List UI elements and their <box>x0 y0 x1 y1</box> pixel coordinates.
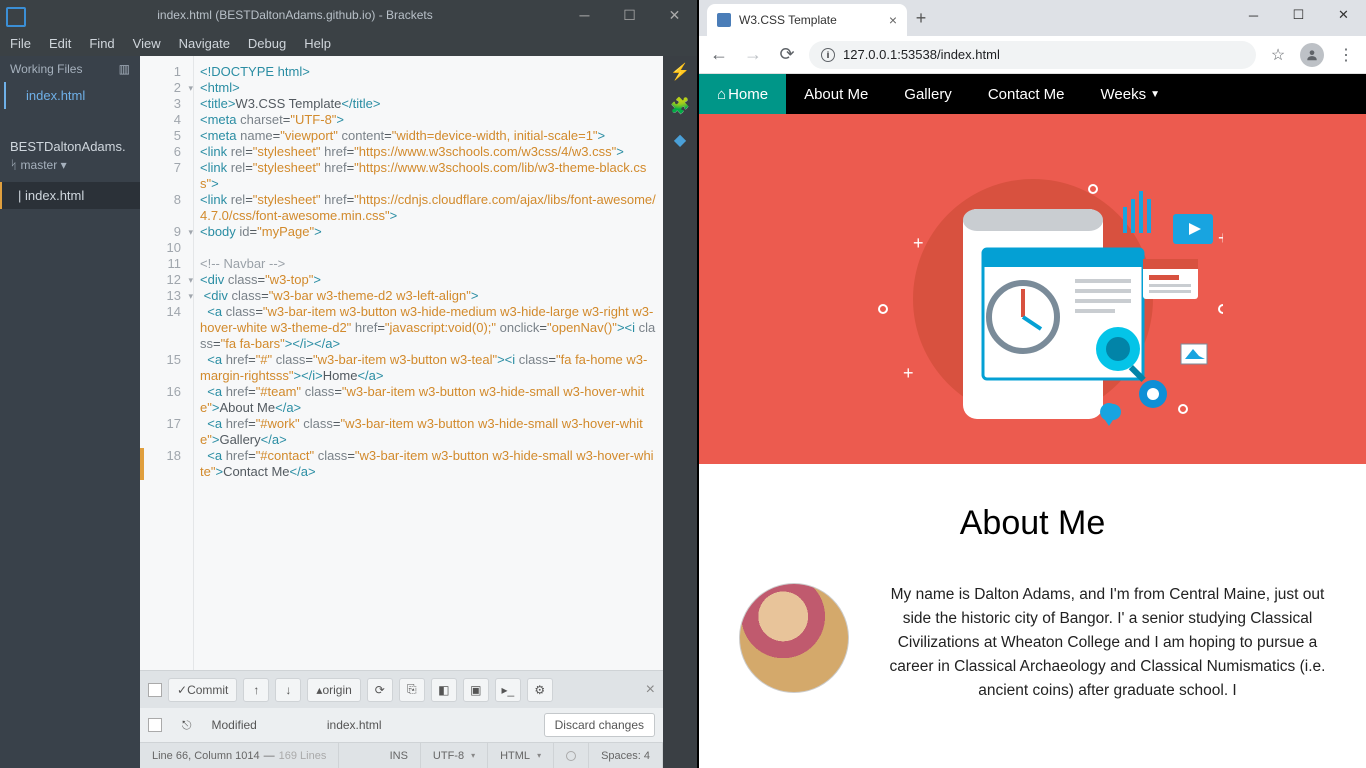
git-changes-row: ⎋ Modified index.html Discard changes <box>140 708 663 742</box>
tab-title: W3.CSS Template <box>739 13 837 27</box>
chrome-menu-icon[interactable]: ⋮ <box>1334 45 1358 65</box>
forward-button[interactable]: → <box>741 44 765 65</box>
status-language[interactable]: HTML <box>488 743 554 768</box>
back-button[interactable]: ← <box>707 44 731 65</box>
browser-tab[interactable]: W3.CSS Template × <box>707 4 907 36</box>
working-file-item[interactable]: index.html <box>4 82 140 109</box>
git-clone-button[interactable]: ⎘ <box>399 678 425 702</box>
menu-view[interactable]: View <box>133 36 161 51</box>
address-bar[interactable]: i 127.0.0.1:53538/index.html <box>809 41 1256 69</box>
commit-button[interactable]: ✓ Commit <box>168 678 237 702</box>
editor-statusbar: Line 66, Column 1014 — 169 Lines INS UTF… <box>140 742 663 768</box>
tab-close-icon[interactable]: × <box>889 12 897 28</box>
diff-icon[interactable]: ⎋ <box>182 718 192 733</box>
favicon-icon <box>717 13 731 27</box>
git-up-button[interactable]: ↑ <box>243 678 269 702</box>
hero-banner: + + + <box>699 114 1366 464</box>
git-toolbar: ✓ Commit ↑ ↓ ▴ origin ⟳ ⎘ ◧ ▣ ▸_ ⚙ × <box>140 670 663 708</box>
bookmark-icon[interactable]: ☆ <box>1266 45 1290 65</box>
git-console-button[interactable]: ▸_ <box>495 678 521 702</box>
minimize-button[interactable]: ─ <box>562 0 607 30</box>
branch-label: master <box>21 158 58 172</box>
project-name[interactable]: BESTDaltonAdams. <box>0 129 140 156</box>
working-files-label: Working Files <box>10 62 82 76</box>
change-status: Modified <box>212 718 257 732</box>
site-info-icon[interactable]: i <box>821 48 835 62</box>
git-icon[interactable]: ◆ <box>674 130 686 150</box>
brackets-logo-icon <box>0 1 28 29</box>
chrome-toolbar: ← → ⟳ i 127.0.0.1:53538/index.html ☆ ⋮ <box>699 36 1366 74</box>
reload-button[interactable]: ⟳ <box>775 44 799 65</box>
status-linecol[interactable]: Line 66, Column 1014 — 169 Lines <box>140 743 339 768</box>
status-lint[interactable] <box>554 743 589 768</box>
code-area[interactable]: <!DOCTYPE html><html><title>W3.CSS Templ… <box>194 56 663 670</box>
menu-help[interactable]: Help <box>304 36 331 51</box>
git-branch[interactable]: ᛋ master ▾ <box>0 156 140 182</box>
git-history-button[interactable]: ◧ <box>431 678 457 702</box>
editor-right-toolbar: ⚡ 🧩 ◆ <box>663 56 697 768</box>
nav-home[interactable]: ⌂Home <box>699 74 786 114</box>
profile-photo <box>739 583 849 693</box>
nav-about[interactable]: About Me <box>786 74 886 114</box>
status-spaces[interactable]: Spaces: 4 <box>589 743 663 768</box>
close-button[interactable]: ✕ <box>652 0 697 30</box>
chrome-tabstrip: W3.CSS Template × + ─ ☐ ✕ <box>699 0 1366 36</box>
about-section: About Me My name is Dalton Adams, and I'… <box>699 464 1366 768</box>
split-icon[interactable]: ▥ <box>119 62 130 76</box>
chrome-close-button[interactable]: ✕ <box>1321 0 1366 30</box>
nav-gallery[interactable]: Gallery <box>886 74 970 114</box>
line-gutter: 123456789101112131415161718 <box>140 56 194 670</box>
svg-text:+: + <box>913 233 924 253</box>
svg-text:+: + <box>1218 228 1223 248</box>
page-content: ⌂Home About Me Gallery Contact Me Weeks▼ <box>699 74 1366 768</box>
editor-sidebar: Working Files ▥ index.html BESTDaltonAda… <box>0 56 140 768</box>
menu-find[interactable]: Find <box>89 36 114 51</box>
about-heading: About Me <box>729 504 1336 543</box>
status-encoding[interactable]: UTF-8 <box>421 743 488 768</box>
about-text: My name is Dalton Adams, and I'm from Ce… <box>879 583 1336 703</box>
code-editor[interactable]: 123456789101112131415161718 <!DOCTYPE ht… <box>140 56 663 670</box>
chrome-window: W3.CSS Template × + ─ ☐ ✕ ← → ⟳ i 127.0.… <box>697 0 1366 768</box>
change-filename: index.html <box>327 718 382 732</box>
nav-contact[interactable]: Contact Me <box>970 74 1083 114</box>
maximize-button[interactable]: ☐ <box>607 0 652 30</box>
home-icon: ⌂ <box>717 86 726 103</box>
git-terminal-button[interactable]: ▣ <box>463 678 489 702</box>
nav-weeks[interactable]: Weeks▼ <box>1083 74 1178 114</box>
menu-file[interactable]: File <box>10 36 31 51</box>
git-fetch-button[interactable]: ⟳ <box>367 678 393 702</box>
editor-titlebar: index.html (BESTDaltonAdams.github.io) -… <box>0 0 697 30</box>
menu-edit[interactable]: Edit <box>49 36 71 51</box>
profile-avatar-icon[interactable] <box>1300 43 1324 67</box>
extensions-icon[interactable]: 🧩 <box>670 96 690 116</box>
discard-changes-button[interactable]: Discard changes <box>544 713 655 737</box>
git-down-button[interactable]: ↓ <box>275 678 301 702</box>
brackets-window: index.html (BESTDaltonAdams.github.io) -… <box>0 0 697 768</box>
editor-menubar: File Edit Find View Navigate Debug Help <box>0 30 697 56</box>
new-tab-button[interactable]: + <box>907 8 935 29</box>
chrome-maximize-button[interactable]: ☐ <box>1276 0 1321 30</box>
caret-down-icon: ▼ <box>1150 89 1160 100</box>
git-checkbox[interactable] <box>148 683 162 697</box>
url-text: 127.0.0.1:53538/index.html <box>843 47 1000 62</box>
project-file-item[interactable]: | index.html <box>0 182 140 209</box>
live-preview-icon[interactable]: ⚡ <box>670 62 690 82</box>
status-ins[interactable]: INS <box>378 743 421 768</box>
git-close-button[interactable]: × <box>646 681 655 699</box>
git-settings-button[interactable]: ⚙ <box>527 678 553 702</box>
hero-illustration: + + + <box>843 149 1223 429</box>
chrome-minimize-button[interactable]: ─ <box>1231 0 1276 30</box>
svg-text:+: + <box>903 363 914 383</box>
change-checkbox[interactable] <box>148 718 162 732</box>
origin-button[interactable]: ▴ origin <box>307 678 360 702</box>
site-navbar: ⌂Home About Me Gallery Contact Me Weeks▼ <box>699 74 1366 114</box>
menu-navigate[interactable]: Navigate <box>179 36 230 51</box>
menu-debug[interactable]: Debug <box>248 36 286 51</box>
editor-title: index.html (BESTDaltonAdams.github.io) -… <box>28 8 562 22</box>
working-files-header[interactable]: Working Files ▥ <box>0 56 140 82</box>
